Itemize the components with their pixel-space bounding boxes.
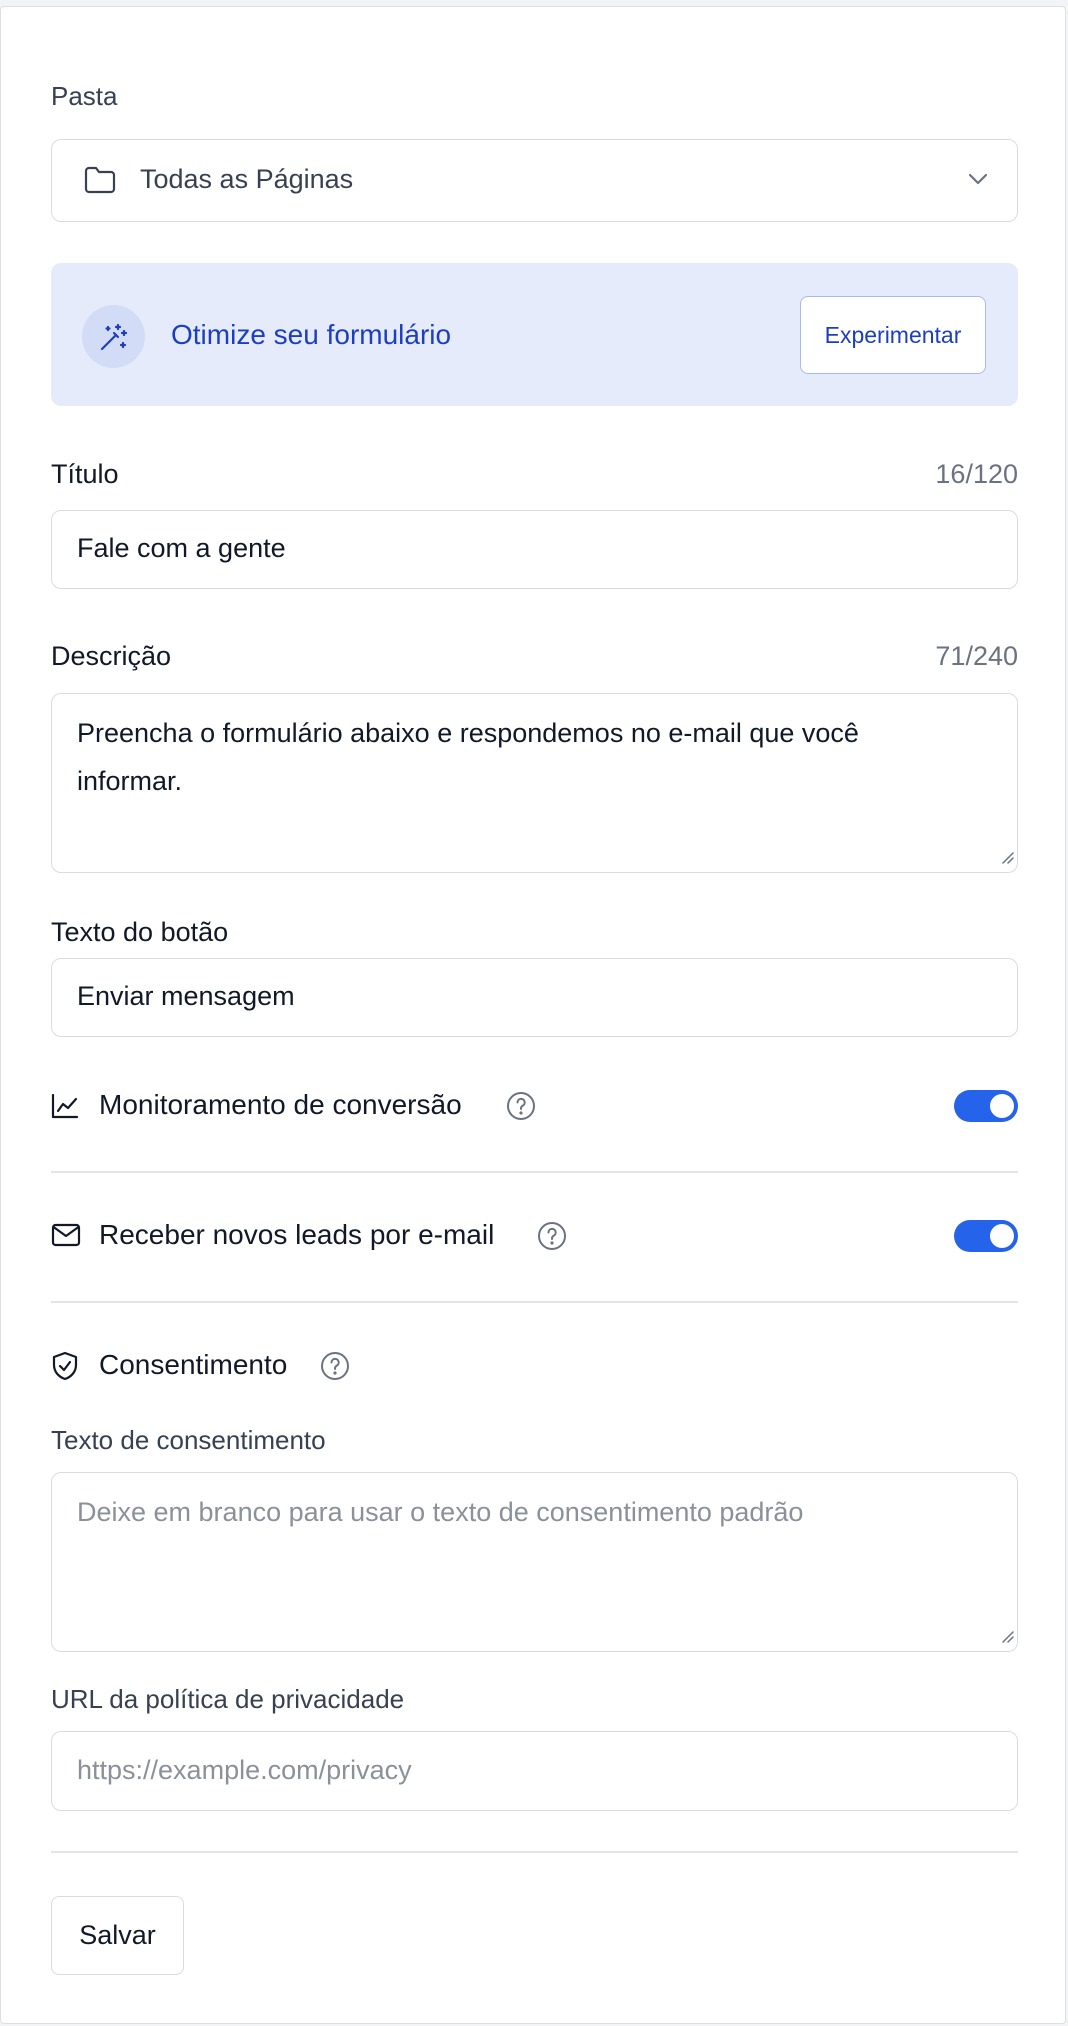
form-settings-panel: Pasta Todas as Páginas Otimize seu formu… bbox=[0, 6, 1066, 2024]
email-leads-row: Receber novos leads por e-mail bbox=[51, 1217, 1018, 1257]
consent-heading: Consentimento bbox=[99, 1349, 288, 1380]
title-label: Título bbox=[51, 459, 119, 489]
description-label: Descrição bbox=[51, 641, 172, 671]
resize-grip-icon[interactable] bbox=[1000, 850, 1014, 869]
help-icon[interactable] bbox=[505, 1090, 537, 1127]
help-icon[interactable] bbox=[319, 1350, 351, 1387]
button-text-input[interactable]: Enviar mensagem bbox=[51, 958, 1018, 1037]
chevron-down-icon bbox=[967, 172, 989, 191]
folder-selected-value: Todas as Páginas bbox=[140, 164, 354, 194]
folder-select[interactable]: Todas as Páginas bbox=[51, 139, 1018, 222]
divider bbox=[51, 1851, 1018, 1853]
consent-text-label: Texto de consentimento bbox=[51, 1425, 326, 1455]
description-char-counter: 71/240 bbox=[935, 641, 1018, 671]
title-input[interactable]: Fale com a gente bbox=[51, 510, 1018, 589]
description-textarea[interactable]: Preencha o formulário abaixo e respondem… bbox=[51, 693, 1018, 873]
privacy-url-placeholder: https://example.com/privacy bbox=[77, 1755, 412, 1785]
conversion-tracking-toggle[interactable] bbox=[954, 1090, 1018, 1122]
consent-text-textarea[interactable]: Deixe em branco para usar o texto de con… bbox=[51, 1472, 1018, 1652]
folder-label: Pasta bbox=[51, 81, 118, 111]
chart-line-icon bbox=[51, 1093, 79, 1124]
title-input-value: Fale com a gente bbox=[77, 533, 286, 563]
shield-check-icon bbox=[51, 1351, 79, 1386]
email-leads-label: Receber novos leads por e-mail bbox=[99, 1219, 495, 1250]
consent-heading-row: Consentimento bbox=[51, 1347, 1018, 1387]
privacy-url-label: URL da política de privacidade bbox=[51, 1684, 405, 1714]
conversion-tracking-row: Monitoramento de conversão bbox=[51, 1087, 1018, 1127]
try-optimize-button[interactable]: Experimentar bbox=[800, 296, 986, 374]
description-line-1: Preencha o formulário abaixo e respondem… bbox=[77, 718, 859, 748]
toggle-knob bbox=[990, 1224, 1014, 1248]
resize-grip-icon[interactable] bbox=[1000, 1629, 1014, 1648]
button-text-input-value: Enviar mensagem bbox=[77, 981, 295, 1011]
email-leads-toggle[interactable] bbox=[954, 1220, 1018, 1252]
title-char-counter: 16/120 bbox=[935, 459, 1018, 489]
magic-wand-icon bbox=[82, 305, 145, 368]
description-line-2: informar. bbox=[77, 766, 183, 796]
divider bbox=[51, 1301, 1018, 1303]
conversion-tracking-label: Monitoramento de conversão bbox=[99, 1089, 462, 1120]
consent-text-placeholder: Deixe em branco para usar o texto de con… bbox=[77, 1497, 804, 1527]
folder-section: Pasta bbox=[51, 81, 1018, 112]
save-button[interactable]: Salvar bbox=[51, 1896, 184, 1975]
help-icon[interactable] bbox=[536, 1220, 568, 1257]
toggle-knob bbox=[990, 1094, 1014, 1118]
button-text-label: Texto do botão bbox=[51, 917, 229, 947]
privacy-url-input[interactable]: https://example.com/privacy bbox=[51, 1731, 1018, 1811]
folder-icon bbox=[84, 166, 116, 199]
optimize-banner: Otimize seu formulário Experimentar bbox=[51, 263, 1018, 406]
optimize-banner-text: Otimize seu formulário bbox=[171, 319, 452, 350]
divider bbox=[51, 1171, 1018, 1173]
mail-icon bbox=[51, 1223, 81, 1252]
